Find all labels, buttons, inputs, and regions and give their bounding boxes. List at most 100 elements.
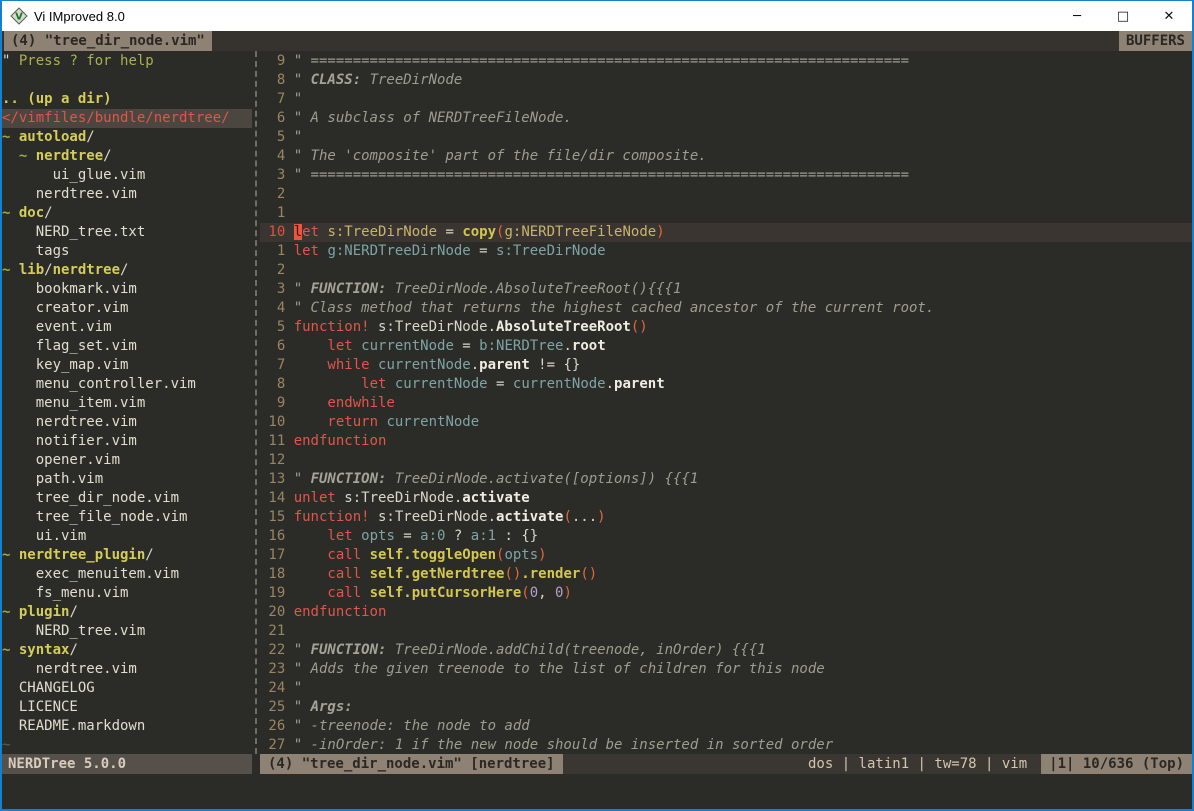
- tree-item[interactable]: ~ syntax/: [2, 641, 252, 660]
- nerdtree-statusline: NERDTree 5.0.0: [2, 754, 252, 774]
- code-line[interactable]: 2: [260, 261, 1192, 280]
- line-number: 19: [260, 584, 285, 603]
- tree-item[interactable]: bookmark.vim: [2, 280, 252, 299]
- tree-item[interactable]: ~ nerdtree/: [2, 147, 252, 166]
- tree-item[interactable]: notifier.vim: [2, 432, 252, 451]
- tree-item[interactable]: ui_glue.vim: [2, 166, 252, 185]
- tree-item[interactable]: flag_set.vim: [2, 337, 252, 356]
- code-line[interactable]: 25" Args:: [260, 698, 1192, 717]
- tree-item[interactable]: NERD_tree.vim: [2, 622, 252, 641]
- tree-item[interactable]: README.markdown: [2, 717, 252, 736]
- tree-item[interactable]: LICENCE: [2, 698, 252, 717]
- svg-text:V: V: [15, 12, 23, 23]
- code-line[interactable]: 23" Adds the given treenode to the list …: [260, 660, 1192, 679]
- code-line[interactable]: 27" -inOrder: 1 if the new node should b…: [260, 736, 1192, 754]
- line-number: 23: [260, 660, 285, 679]
- vim-logo-icon: V: [10, 7, 28, 25]
- line-number: 11: [260, 432, 285, 451]
- code-line[interactable]: 21: [260, 622, 1192, 641]
- code-line[interactable]: 20endfunction: [260, 603, 1192, 622]
- maximize-button[interactable]: □: [1100, 1, 1146, 31]
- minimize-button[interactable]: ─: [1054, 1, 1100, 31]
- code-line[interactable]: 4" The 'composite' part of the file/dir …: [260, 147, 1192, 166]
- code-line[interactable]: 4" Class method that returns the highest…: [260, 299, 1192, 318]
- code-line[interactable]: 22" FUNCTION: TreeDirNode.addChild(treen…: [260, 641, 1192, 660]
- code-line[interactable]: 10 return currentNode: [260, 413, 1192, 432]
- tree-item[interactable]: CHANGELOG: [2, 679, 252, 698]
- tree-item[interactable]: tree_file_node.vim: [2, 508, 252, 527]
- tree-item[interactable]: menu_item.vim: [2, 394, 252, 413]
- code-line-current[interactable]: 10let s:TreeDirNode = copy(g:NERDTreeFil…: [260, 223, 1192, 242]
- code-line[interactable]: 13" FUNCTION: TreeDirNode.activate([opti…: [260, 470, 1192, 489]
- tree-item[interactable]: event.vim: [2, 318, 252, 337]
- line-number: 15: [260, 508, 285, 527]
- tree-item[interactable]: opener.vim: [2, 451, 252, 470]
- tree-item[interactable]: [2, 71, 252, 90]
- code-line[interactable]: 8 let currentNode = currentNode.parent: [260, 375, 1192, 394]
- line-number: 25: [260, 698, 285, 717]
- code-line[interactable]: 14unlet s:TreeDirNode.activate: [260, 489, 1192, 508]
- command-line[interactable]: [2, 774, 1192, 809]
- code-line[interactable]: 7 while currentNode.parent != {}: [260, 356, 1192, 375]
- close-button[interactable]: ✕: [1146, 1, 1192, 31]
- line-number: 9: [260, 394, 285, 413]
- tab-tree-dir-node[interactable]: (4) "tree_dir_node.vim": [4, 31, 212, 51]
- vertical-split-divider[interactable]: [252, 51, 260, 754]
- code-line[interactable]: 7": [260, 90, 1192, 109]
- code-line[interactable]: 3" FUNCTION: TreeDirNode.AbsoluteTreeRoo…: [260, 280, 1192, 299]
- tree-item[interactable]: tree_dir_node.vim: [2, 489, 252, 508]
- line-number: 9: [260, 52, 285, 71]
- code-line[interactable]: 1let g:NERDTreeDirNode = s:TreeDirNode: [260, 242, 1192, 261]
- code-line[interactable]: 3" =====================================…: [260, 166, 1192, 185]
- statusline-gap: [252, 754, 260, 774]
- line-number: 1: [260, 242, 285, 261]
- tree-item[interactable]: path.vim: [2, 470, 252, 489]
- line-number: 3: [260, 280, 285, 299]
- code-line[interactable]: 5": [260, 128, 1192, 147]
- code-line[interactable]: 2: [260, 185, 1192, 204]
- tree-item[interactable]: key_map.vim: [2, 356, 252, 375]
- tree-item[interactable]: nerdtree.vim: [2, 660, 252, 679]
- tree-item[interactable]: nerdtree.vim: [2, 413, 252, 432]
- code-line[interactable]: 9 endwhile: [260, 394, 1192, 413]
- line-number: 27: [260, 736, 285, 754]
- tree-item[interactable]: nerdtree.vim: [2, 185, 252, 204]
- tree-item[interactable]: ~ autoload/: [2, 128, 252, 147]
- tab-line: (4) "tree_dir_node.vim" BUFFERS: [2, 31, 1192, 51]
- tree-item[interactable]: .. (up a dir): [2, 90, 252, 109]
- code-line[interactable]: 12: [260, 451, 1192, 470]
- tree-item[interactable]: </vimfiles/bundle/nerdtree/: [2, 109, 252, 128]
- status-bar: NERDTree 5.0.0 (4) "tree_dir_node.vim" […: [2, 754, 1192, 774]
- line-number: 12: [260, 451, 285, 470]
- tree-item[interactable]: ui.vim: [2, 527, 252, 546]
- tree-item[interactable]: exec_menuitem.vim: [2, 565, 252, 584]
- tree-item[interactable]: ~ doc/: [2, 204, 252, 223]
- code-line[interactable]: 11endfunction: [260, 432, 1192, 451]
- tree-item[interactable]: menu_controller.vim: [2, 375, 252, 394]
- tree-item[interactable]: ~ lib/nerdtree/: [2, 261, 252, 280]
- code-line[interactable]: 24": [260, 679, 1192, 698]
- code-line[interactable]: 9" =====================================…: [260, 52, 1192, 71]
- cursor: l: [294, 224, 302, 240]
- tree-item[interactable]: NERD_tree.txt: [2, 223, 252, 242]
- code-line[interactable]: 8" CLASS: TreeDirNode: [260, 71, 1192, 90]
- tree-item[interactable]: ~ nerdtree_plugin/: [2, 546, 252, 565]
- code-line[interactable]: 17 call self.toggleOpen(opts): [260, 546, 1192, 565]
- code-line[interactable]: 26" -treenode: the node to add: [260, 717, 1192, 736]
- tree-item[interactable]: " Press ? for help: [2, 52, 252, 71]
- code-line[interactable]: 1: [260, 204, 1192, 223]
- code-line[interactable]: 6" A subclass of NERDTreeFileNode.: [260, 109, 1192, 128]
- tree-item[interactable]: ~: [2, 736, 252, 754]
- tree-item[interactable]: tags: [2, 242, 252, 261]
- code-line[interactable]: 6 let currentNode = b:NERDTree.root: [260, 337, 1192, 356]
- line-number: 7: [260, 90, 285, 109]
- tree-item[interactable]: creator.vim: [2, 299, 252, 318]
- tree-item[interactable]: fs_menu.vim: [2, 584, 252, 603]
- code-line[interactable]: 5function! s:TreeDirNode.AbsoluteTreeRoo…: [260, 318, 1192, 337]
- code-line[interactable]: 18 call self.getNerdtree().render(): [260, 565, 1192, 584]
- code-line[interactable]: 16 let opts = a:0 ? a:1 : {}: [260, 527, 1192, 546]
- line-number: 2: [260, 261, 285, 280]
- code-line[interactable]: 15function! s:TreeDirNode.activate(...): [260, 508, 1192, 527]
- code-line[interactable]: 19 call self.putCursorHere(0, 0): [260, 584, 1192, 603]
- tree-item[interactable]: ~ plugin/: [2, 603, 252, 622]
